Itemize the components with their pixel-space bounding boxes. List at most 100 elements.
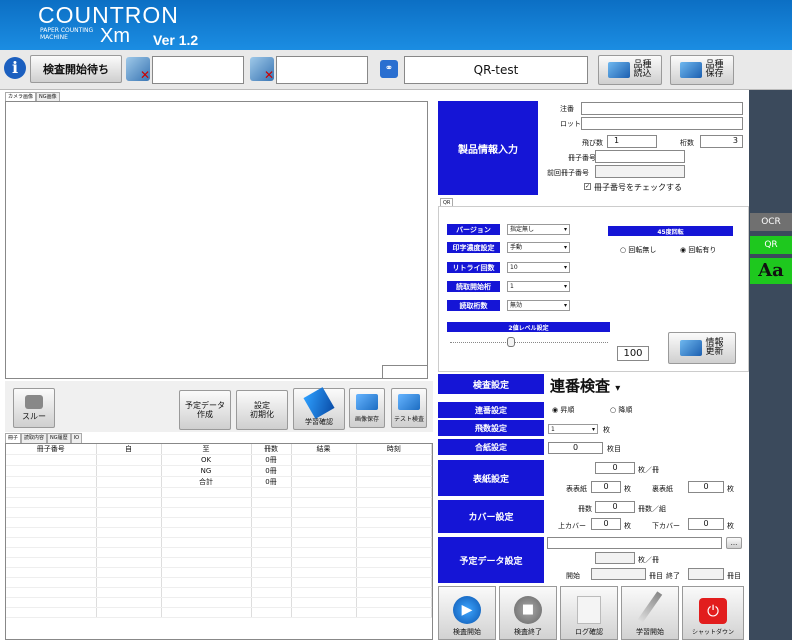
product-title: QR-test	[404, 56, 588, 84]
front-cover-field[interactable]: 0	[591, 481, 621, 493]
prev-booklet-field[interactable]	[595, 165, 685, 178]
skip-setting-label: 飛数設定	[438, 420, 544, 436]
tab-read-content[interactable]: 読取内容	[21, 433, 48, 443]
skip-setting-select[interactable]: 1 ▾	[548, 424, 598, 434]
ascending-radio[interactable]: ◉ 昇順	[552, 405, 574, 415]
camera-x-icon[interactable]: ✕	[126, 57, 150, 81]
table-row[interactable]: NG 0冊	[6, 465, 432, 477]
plan-browse-button[interactable]: ...	[726, 537, 742, 549]
camera-x-icon-2[interactable]: ✕	[250, 57, 274, 81]
link-icon[interactable]: ⚭	[380, 60, 398, 78]
qr-version-label: バージョン	[447, 224, 500, 235]
plan-data-create-button[interactable]: 予定データ 作成	[179, 390, 231, 430]
retry-count-select[interactable]: 10 ▾	[507, 262, 570, 273]
learn-start-button[interactable]: 学習開始	[621, 586, 679, 640]
product-info-header: 製品情報入力	[438, 101, 538, 195]
slider-handle[interactable]	[507, 337, 515, 347]
lower-cover-unit: 枚	[727, 522, 734, 530]
brand-subtitle: PAPER COUNTING MACHINE	[40, 27, 94, 41]
sheet-field[interactable]: 0	[548, 442, 603, 454]
learn-confirm-button[interactable]: 学習確認	[293, 387, 345, 430]
sequence-setting-label: 連番設定	[438, 402, 544, 418]
info-icon[interactable]: i	[4, 57, 26, 79]
slue-button[interactable]: スルー	[13, 388, 55, 428]
booklet-check-label: 冊子番号をチェックする	[594, 183, 682, 192]
chevron-down-icon: ▾	[563, 226, 567, 233]
skip-count-field[interactable]: 1	[607, 135, 657, 148]
plan-path-field[interactable]	[547, 537, 722, 549]
start-inspection-button[interactable]: ▶ 検査開始	[438, 586, 496, 640]
tab-ng-history[interactable]: NG履歴	[47, 433, 71, 443]
tab-booklet[interactable]: 冊子	[5, 433, 22, 443]
chevron-down-icon: ▾	[563, 302, 567, 309]
sheet-setting-label: 合紙設定	[438, 439, 544, 455]
shutdown-button[interactable]: ⏻ シャットダウン	[682, 586, 744, 640]
start-field[interactable]	[591, 568, 646, 580]
inspection-setting-label: 検査設定	[438, 374, 544, 394]
booklet-check-checkbox[interactable]: ✓	[584, 183, 591, 190]
back-cover-unit: 枚	[727, 485, 734, 493]
read-digits-label: 読取桁数	[447, 300, 500, 311]
booklet-number-field[interactable]	[595, 150, 685, 163]
digits-field[interactable]: 3	[700, 135, 743, 148]
inspection-mode-select[interactable]: 連番検査 ▾	[550, 375, 654, 395]
plan-count-field[interactable]	[595, 552, 635, 564]
save-icon	[680, 62, 703, 78]
skip-count-label: 飛び数	[582, 139, 603, 147]
qr-version-select[interactable]: 指定無し ▾	[507, 224, 570, 235]
font-mode-button[interactable]: Aa	[750, 258, 792, 284]
kaba-count-field[interactable]: 0	[595, 501, 635, 513]
stop-inspection-button[interactable]: ■ 検査終了	[499, 586, 557, 640]
retry-count-label: リトライ回数	[447, 262, 500, 273]
col-booklet-number: 冊子番号	[6, 444, 97, 455]
table-row[interactable]: 合計 0冊	[6, 476, 432, 488]
order-field[interactable]	[581, 102, 743, 115]
rotation-off-radio[interactable]: ○ 回転無し	[620, 245, 656, 255]
col-from: 自	[96, 444, 162, 455]
test-inspect-button[interactable]: テスト検査	[391, 388, 427, 428]
chevron-down-icon: ▾	[591, 426, 595, 433]
upper-cover-unit: 枚	[624, 522, 631, 530]
kaba-setting-label: カバー設定	[438, 500, 544, 533]
info-update-button[interactable]: 情報 更新	[668, 332, 736, 364]
lower-cover-field[interactable]: 0	[688, 518, 724, 530]
back-cover-field[interactable]: 0	[688, 481, 724, 493]
list-tabs: 冊子 読取内容 NG履歴 IO	[5, 433, 83, 443]
table-row	[6, 527, 432, 538]
rotation-on-radio[interactable]: ◉ 回転有り	[680, 245, 716, 255]
settings-reset-button[interactable]: 設定 初期化	[236, 390, 288, 430]
back-cover-label: 裏表紙	[652, 485, 673, 493]
ocr-mode-button[interactable]: OCR	[750, 213, 792, 231]
image-save-button[interactable]: 画像保存	[349, 388, 385, 428]
result-table: 冊子番号 自 至 冊数 結果 時刻 OK 0冊 NG 0冊 合計 0冊	[5, 443, 433, 640]
plan-count-unit: 枚／冊	[638, 556, 659, 564]
binary-level-value[interactable]: 100	[617, 346, 649, 361]
print-density-select[interactable]: 手動 ▾	[507, 242, 570, 253]
descending-radio[interactable]: ○ 降順	[610, 405, 632, 415]
cover-count-field[interactable]: 0	[595, 462, 635, 474]
table-row[interactable]: OK 0冊	[6, 454, 432, 466]
table-row	[6, 517, 432, 528]
play-icon: ▶	[453, 596, 481, 624]
load-product-button[interactable]: 品種 読込	[598, 55, 662, 85]
read-start-select[interactable]: 1 ▾	[507, 281, 570, 292]
book-icon	[303, 387, 335, 419]
log-check-button[interactable]: ログ確認	[560, 586, 618, 640]
tab-io[interactable]: IO	[70, 433, 83, 443]
status-field-2	[276, 56, 368, 84]
plan-data-setting-label: 予定データ設定	[438, 537, 544, 583]
lot-label: ロット	[560, 120, 581, 128]
pencil-icon	[637, 591, 663, 623]
table-row	[6, 507, 432, 518]
end-field[interactable]	[688, 568, 724, 580]
save-product-button[interactable]: 品種 保存	[670, 55, 734, 85]
binary-level-slider[interactable]	[450, 342, 608, 344]
qr-mode-button[interactable]: QR	[750, 236, 792, 254]
print-density-label: 印字濃度設定	[447, 242, 500, 253]
upper-cover-field[interactable]: 0	[591, 518, 621, 530]
kaba-count-unit: 冊数／組	[638, 505, 666, 513]
read-digits-select[interactable]: 無効 ▾	[507, 300, 570, 311]
table-row	[6, 607, 432, 618]
upper-cover-label: 上カバー	[558, 522, 586, 530]
lot-field[interactable]	[581, 117, 743, 130]
